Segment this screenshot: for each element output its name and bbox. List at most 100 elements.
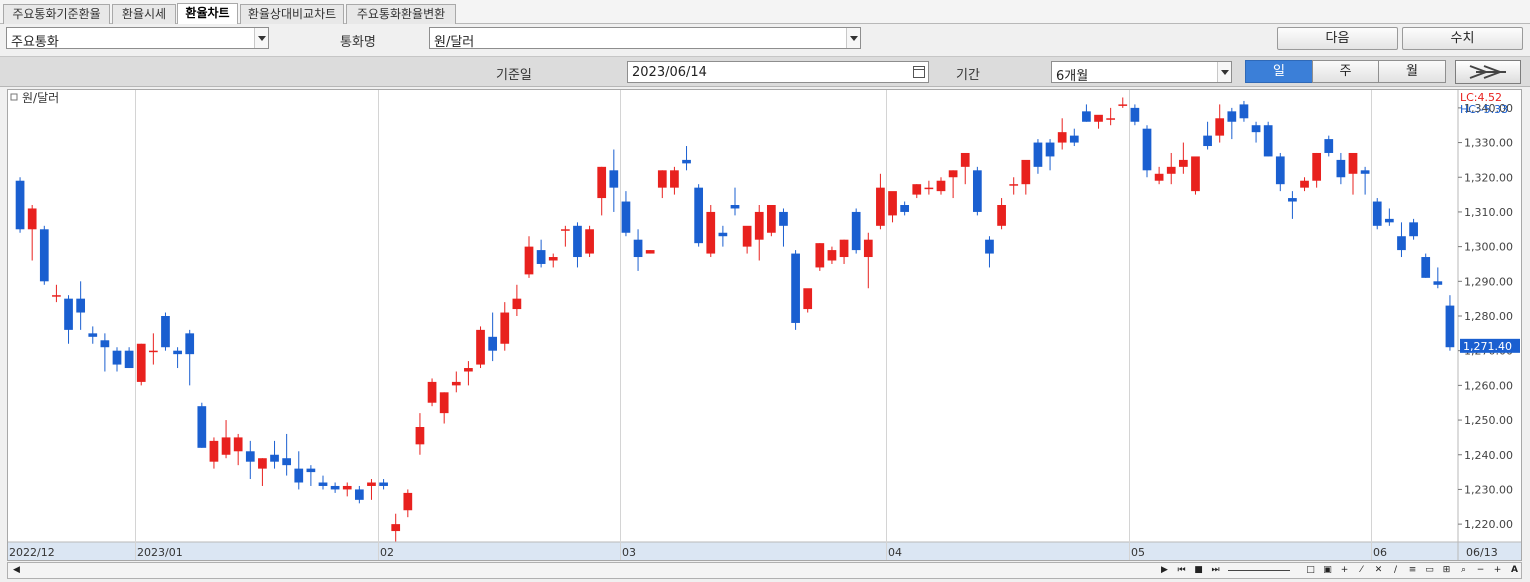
- candle-body: [427, 381, 437, 403]
- trend-line-icon[interactable]: ⁄: [1355, 564, 1368, 577]
- y-tick-label: 1,220.00: [1464, 518, 1513, 531]
- currency-group-value: 주요통화: [11, 35, 59, 50]
- values-button[interactable]: 수치: [1402, 27, 1523, 50]
- tab-currency-converter[interactable]: 주요통화환율변환: [346, 4, 456, 24]
- fibonacci-icon[interactable]: ≡: [1406, 564, 1419, 577]
- candle-body: [1069, 135, 1079, 143]
- candle-body: [197, 406, 207, 448]
- zoom-out-icon[interactable]: −: [1474, 564, 1487, 577]
- crosshair-icon[interactable]: +: [1338, 564, 1351, 577]
- chevron-down-icon[interactable]: [254, 28, 268, 48]
- candle-body: [185, 333, 195, 355]
- text-tool-icon[interactable]: A: [1508, 564, 1521, 577]
- tab-exchange-chart[interactable]: 환율차트: [177, 3, 238, 25]
- chart-scrollbar[interactable]: ◀ ▶ ⏮ ■ ⏭ □ ▣ + ⁄ ✕ ∕ ≡ ▭ ⊞ ⌕ − + A: [7, 562, 1522, 579]
- candle-body: [754, 211, 764, 240]
- candle-body: [815, 243, 825, 268]
- interval-monthly-button[interactable]: 월: [1378, 60, 1446, 83]
- currency-name-value: 원/달러: [434, 35, 475, 50]
- candle-body: [1106, 118, 1116, 120]
- currency-group-select[interactable]: 주요통화: [6, 27, 269, 50]
- y-tick-label: 1,280.00: [1464, 310, 1513, 323]
- candle-body: [342, 485, 352, 490]
- candle-body: [985, 239, 994, 254]
- scroll-left-icon[interactable]: ◀: [10, 564, 23, 577]
- candle-body: [245, 451, 255, 462]
- x-tick-label: 03: [622, 546, 636, 559]
- scroll-right-icon[interactable]: ▶: [1158, 564, 1171, 577]
- tab-exchange-quotes[interactable]: 환율시세: [112, 4, 176, 24]
- period-select[interactable]: 6개월: [1051, 61, 1232, 84]
- candle-body: [512, 298, 522, 310]
- candle-body: [148, 350, 158, 353]
- rewind-icon[interactable]: ⏮: [1175, 564, 1188, 577]
- candle-body: [1130, 107, 1140, 122]
- candle-body: [936, 180, 946, 192]
- y-tick-label: 1,300.00: [1464, 241, 1513, 254]
- window-icon[interactable]: □: [1304, 564, 1317, 577]
- candle-body: [694, 187, 704, 244]
- candle-body: [52, 295, 61, 297]
- next-button[interactable]: 다음: [1277, 27, 1398, 50]
- candle-body: [294, 468, 304, 483]
- cross-line-icon[interactable]: ✕: [1372, 564, 1385, 577]
- candle-body: [1045, 142, 1055, 157]
- candle-body: [488, 336, 498, 351]
- candle-body: [451, 381, 461, 386]
- chevron-down-icon[interactable]: [1217, 62, 1231, 82]
- interval-weekly-button[interactable]: 주: [1312, 60, 1379, 83]
- stop-icon[interactable]: ■: [1192, 564, 1205, 577]
- candle-body: [76, 298, 86, 313]
- tab-bar: 주요통화기준환율 환율시세 환율차트 환율상대비교차트 주요통화환율변환: [0, 0, 1530, 25]
- search-go-button[interactable]: [1455, 60, 1521, 84]
- candle-body: [439, 392, 449, 414]
- zoom-in-icon[interactable]: +: [1491, 564, 1504, 577]
- candle-body: [803, 288, 813, 310]
- hc-label: HC:-5.33: [1460, 103, 1508, 116]
- magnifier-icon[interactable]: ⌕: [1457, 564, 1470, 577]
- candle-body: [282, 458, 292, 466]
- candle-body: [306, 468, 316, 473]
- candle-body: [827, 250, 837, 261]
- eraser-icon[interactable]: ▭: [1423, 564, 1436, 577]
- candle-body: [112, 350, 122, 365]
- interval-daily-button[interactable]: 일: [1245, 60, 1313, 83]
- candle-body: [209, 440, 219, 462]
- tab-major-currency-rates[interactable]: 주요통화기준환율: [3, 4, 110, 24]
- period-label: 기간: [956, 68, 980, 83]
- candle-body: [670, 170, 679, 188]
- candle-body: [258, 458, 267, 469]
- x-axis-band: [8, 542, 1521, 560]
- candle-body: [1154, 173, 1164, 181]
- candle-body: [706, 211, 716, 254]
- candle-body: [1324, 139, 1334, 153]
- calendar-icon[interactable]: [913, 66, 925, 78]
- candle-body: [476, 329, 485, 365]
- double-arrow-icon: [1469, 65, 1506, 79]
- tab-relative-compare-chart[interactable]: 환율상대비교차트: [240, 4, 344, 24]
- currency-name-select[interactable]: 원/달러: [429, 27, 861, 50]
- candle-body: [403, 492, 413, 511]
- window-split-icon[interactable]: ▣: [1321, 564, 1334, 577]
- candle-body: [379, 482, 388, 486]
- y-tick-label: 1,290.00: [1464, 275, 1513, 288]
- candle-body: [573, 225, 582, 258]
- draw-line-icon[interactable]: ∕: [1389, 564, 1402, 577]
- candle-body: [1263, 125, 1273, 157]
- candle-body: [1251, 125, 1261, 133]
- base-date-field[interactable]: 2023/06/14: [627, 61, 929, 83]
- candle-body: [791, 253, 800, 323]
- candle-body: [1227, 111, 1237, 122]
- candle-body: [524, 246, 534, 275]
- candle-body: [100, 340, 110, 348]
- chevron-down-icon[interactable]: [846, 28, 860, 48]
- candlestick-chart[interactable]: 1,340.00 1,330.00 1,320.00 1,310.00 1,300.00…: [7, 89, 1522, 561]
- candle-body: [645, 250, 655, 254]
- candle-body: [548, 257, 558, 261]
- grid-icon[interactable]: ⊞: [1440, 564, 1453, 577]
- zoom-track[interactable]: [1228, 570, 1290, 571]
- period-value: 6개월: [1056, 69, 1089, 84]
- fast-forward-icon[interactable]: ⏭: [1209, 564, 1222, 577]
- candle-body: [330, 485, 340, 490]
- x-tick-label: 04: [888, 546, 902, 559]
